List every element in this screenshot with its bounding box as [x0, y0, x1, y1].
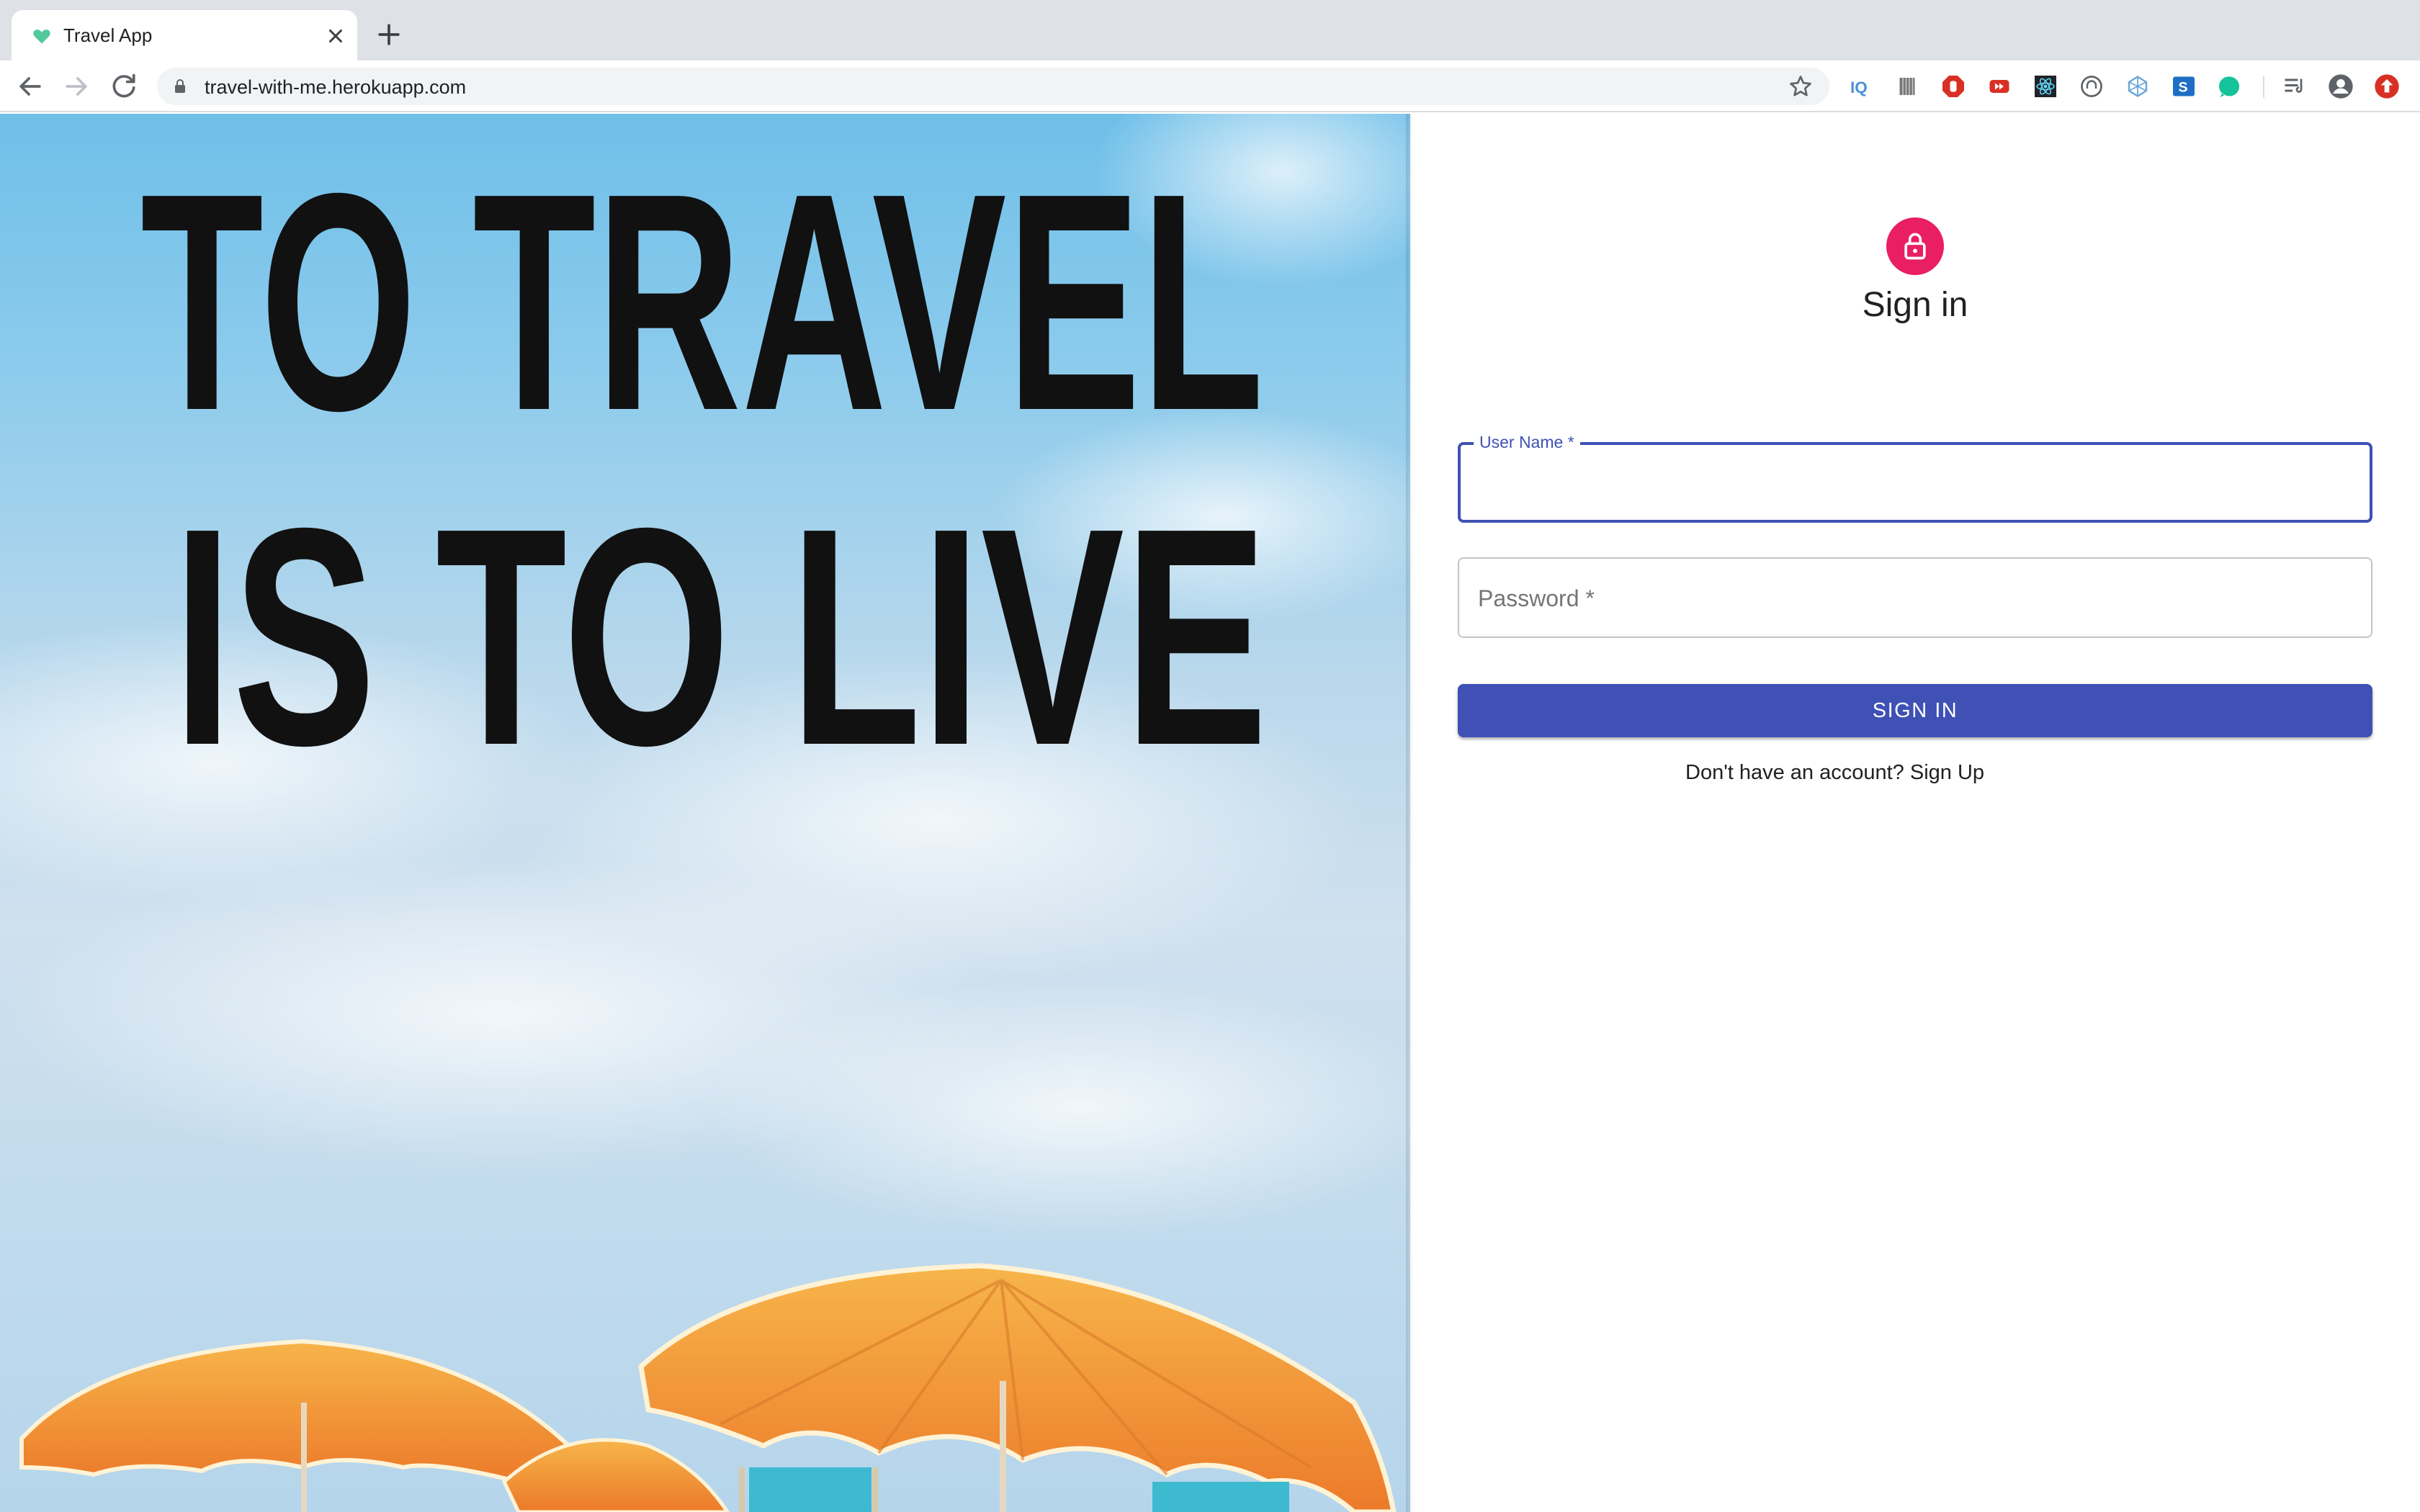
hero-image: TO TRAVEL IS TO LIVE	[0, 114, 1410, 1512]
avatar	[1886, 217, 1944, 275]
url-text[interactable]: travel-with-me.herokuapp.com	[205, 76, 466, 98]
react-devtools-icon[interactable]	[2030, 71, 2061, 102]
new-tab-icon[interactable]	[373, 19, 405, 50]
username-field[interactable]: User Name *	[1458, 432, 2372, 523]
adblock-icon[interactable]	[1937, 71, 1969, 102]
svg-text:IQ: IQ	[1850, 78, 1868, 96]
toolbar-separator	[2263, 76, 2264, 98]
tab-strip: Travel App	[0, 0, 2420, 60]
iq-icon[interactable]: IQ	[1845, 71, 1877, 102]
lock-icon[interactable]	[171, 78, 189, 95]
barcode-icon[interactable]	[1891, 71, 1923, 102]
browser-tab[interactable]: Travel App	[12, 10, 357, 60]
password-input[interactable]	[1478, 559, 2349, 634]
password-field[interactable]: Password *	[1458, 557, 2372, 638]
hero-divider	[1406, 114, 1413, 1512]
s-extension-icon[interactable]: S	[2168, 71, 2200, 102]
browser-toolbar: travel-with-me.herokuapp.com IQ S	[0, 60, 2420, 112]
hero-line-1: TO TRAVEL	[140, 130, 1264, 475]
heart-favicon-icon	[33, 30, 50, 44]
browser-window: Travel App travel-with-me.herokuapp.com	[0, 0, 2420, 1512]
page-title: Sign in	[1862, 286, 1968, 324]
back-icon[interactable]	[14, 71, 46, 102]
tab-title: Travel App	[63, 24, 153, 46]
sign-up-link[interactable]: Don't have an account? Sign Up	[1685, 760, 1984, 785]
grammarly-icon[interactable]	[2214, 71, 2246, 102]
reload-icon[interactable]	[108, 71, 140, 102]
bookmark-star-icon[interactable]	[1788, 73, 1814, 99]
hero-line-2: IS TO LIVE	[173, 464, 1268, 810]
headphones-icon[interactable]	[2076, 71, 2107, 102]
page-content: TO TRAVEL IS TO LIVE Sign in User Name *…	[0, 114, 2420, 1512]
sign-in-button[interactable]: SIGN IN	[1458, 684, 2372, 737]
address-bar[interactable]: travel-with-me.herokuapp.com	[157, 68, 1829, 105]
update-icon[interactable]	[2371, 71, 2403, 102]
signin-panel: Sign in User Name * Password * SIGN IN D…	[1413, 114, 2420, 1512]
lock-outline-icon	[1904, 233, 1926, 260]
forward-icon[interactable]	[60, 71, 92, 102]
redux-icon[interactable]	[2122, 71, 2154, 102]
username-input[interactable]	[1479, 445, 2351, 520]
svg-text:S: S	[2179, 80, 2188, 96]
hero-headline: TO TRAVEL IS TO LIVE	[140, 130, 1268, 810]
profile-icon[interactable]	[2325, 71, 2357, 102]
close-tab-icon[interactable]	[323, 23, 349, 49]
reading-list-icon[interactable]	[2279, 71, 2311, 102]
video-speed-icon[interactable]	[1984, 71, 2015, 102]
